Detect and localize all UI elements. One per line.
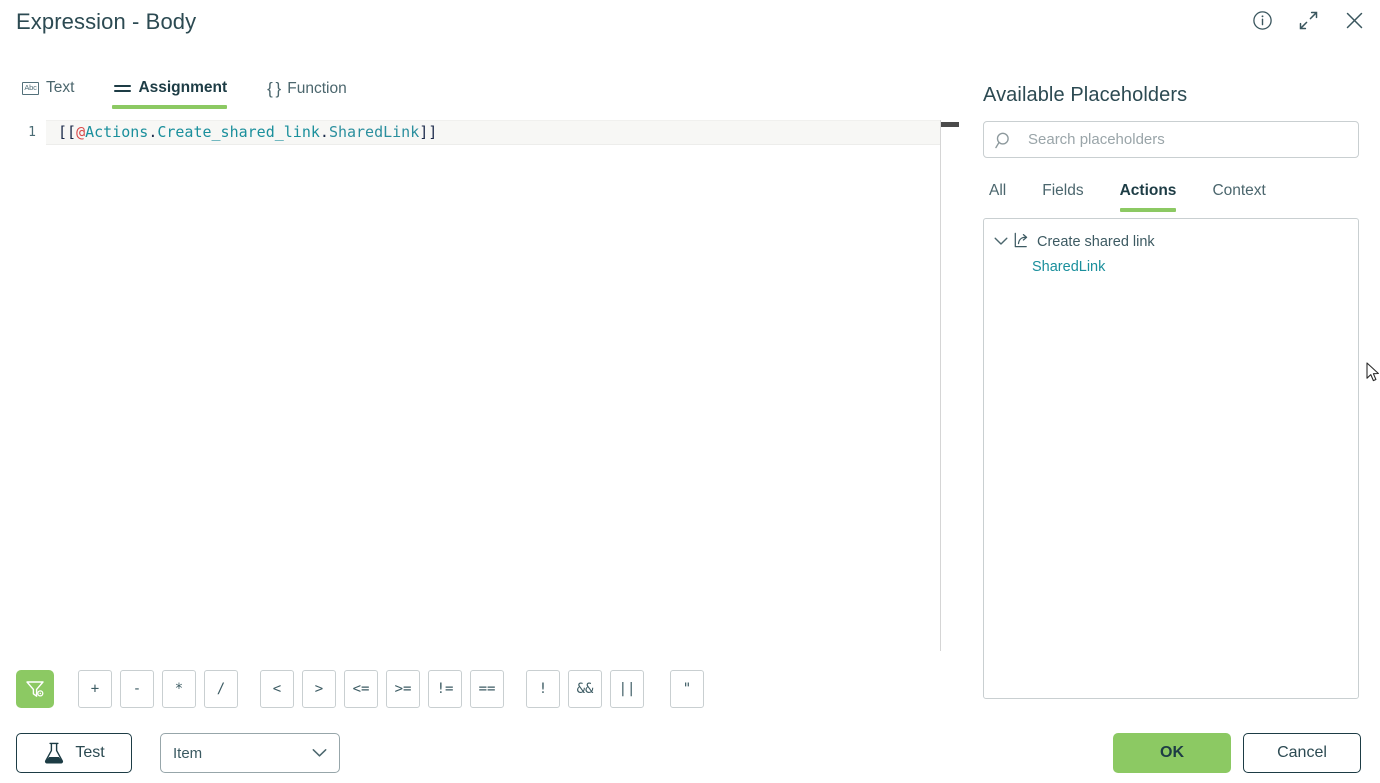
op-minus[interactable]: -: [120, 670, 154, 708]
op-quote[interactable]: ": [670, 670, 704, 708]
window-controls: [1246, 4, 1370, 36]
ok-button[interactable]: OK: [1113, 733, 1231, 773]
tree-node-create-shared-link[interactable]: Create shared link: [984, 229, 1358, 255]
mouse-cursor: [1366, 362, 1380, 389]
equals-icon: [114, 84, 132, 92]
flask-icon: [45, 742, 64, 764]
placeholder-category-tabs: All Fields Actions Context: [989, 180, 1359, 212]
tab-all-label: All: [989, 182, 1007, 199]
expand-icon[interactable]: [1292, 4, 1324, 36]
token-bracket-open: [[: [58, 123, 77, 141]
chevron-down-icon[interactable]: [994, 234, 1008, 250]
tab-fields-label: Fields: [1042, 182, 1084, 199]
code-line[interactable]: 1 [[@Actions.Create_shared_link.SharedLi…: [0, 120, 940, 145]
op-greater-equal[interactable]: >=: [386, 670, 420, 708]
available-placeholders-panel: Available Placeholders All Fields Action…: [983, 84, 1359, 699]
expression-editor[interactable]: 1 [[@Actions.Create_shared_link.SharedLi…: [0, 120, 941, 651]
tab-text-label: Text: [46, 79, 75, 96]
op-less-than[interactable]: <: [260, 670, 294, 708]
operator-toolbar: + - * / < > <= >= != == ! && || ": [16, 670, 704, 708]
info-icon[interactable]: [1246, 4, 1278, 36]
op-and[interactable]: &&: [568, 670, 602, 708]
chevron-down-icon: [312, 745, 327, 762]
op-or[interactable]: ||: [610, 670, 644, 708]
token-namespace: Actions: [85, 123, 149, 141]
tab-fields[interactable]: Fields: [1042, 180, 1083, 212]
op-plus[interactable]: +: [78, 670, 112, 708]
item-select-value: Item: [173, 744, 203, 762]
tab-text[interactable]: Abc Text: [20, 76, 88, 109]
token-property: SharedLink: [328, 123, 420, 141]
tab-actions[interactable]: Actions: [1119, 180, 1177, 212]
editor-mode-tabs: Abc Text Assignment { } Function: [20, 76, 361, 111]
op-equal-equal[interactable]: ==: [470, 670, 504, 708]
tab-context-label: Context: [1212, 182, 1266, 199]
search-placeholders-input[interactable]: [1026, 130, 1336, 149]
tab-actions-label: Actions: [1119, 182, 1177, 199]
operator-group-quote: ": [670, 670, 704, 708]
braces-icon: { }: [267, 79, 281, 98]
dialog-title: Expression - Body: [16, 9, 197, 34]
line-number: 1: [0, 120, 46, 145]
editor-scrollbar[interactable]: [941, 122, 959, 127]
test-button-label: Test: [75, 744, 105, 761]
tree-leaf-sharedlink[interactable]: SharedLink: [984, 255, 1358, 279]
dialog-titlebar: Expression - Body: [0, 0, 1380, 52]
tab-function-label: Function: [287, 80, 347, 97]
token-action: Create_shared_link: [157, 123, 320, 141]
operator-group-arithmetic: + - * /: [78, 670, 238, 708]
test-button[interactable]: Test: [16, 733, 132, 773]
op-not-equal[interactable]: !=: [428, 670, 462, 708]
filter-settings-icon[interactable]: [16, 670, 54, 708]
cancel-button[interactable]: Cancel: [1243, 733, 1361, 773]
tab-function[interactable]: { } Function: [265, 76, 361, 111]
token-dot-2: .: [319, 123, 329, 141]
expression-dialog: Expression - Body Abc Text Assignment {…: [0, 0, 1380, 783]
expression-text[interactable]: [[@Actions.Create_shared_link.SharedLink…: [46, 120, 940, 145]
dialog-actions: OK Cancel: [1113, 733, 1361, 773]
abc-icon: Abc: [22, 81, 39, 95]
tab-all[interactable]: All: [989, 180, 1006, 212]
placeholder-tab-active-indicator: [1119, 208, 1177, 212]
token-dot-1: .: [148, 123, 158, 141]
op-not[interactable]: !: [526, 670, 560, 708]
item-select[interactable]: Item: [160, 733, 340, 773]
tab-assignment[interactable]: Assignment: [112, 76, 241, 109]
share-link-icon: [1014, 232, 1031, 252]
tab-active-indicator: [112, 105, 228, 109]
panel-title: Available Placeholders: [983, 84, 1188, 106]
search-placeholders-wrapper[interactable]: [983, 121, 1359, 158]
token-bracket-close: ]]: [419, 123, 438, 141]
tree-node-label: Create shared link: [1037, 234, 1155, 250]
op-multiply[interactable]: *: [162, 670, 196, 708]
token-at: @: [76, 123, 86, 141]
close-icon[interactable]: [1338, 4, 1370, 36]
search-icon: [995, 132, 1009, 149]
op-divide[interactable]: /: [204, 670, 238, 708]
operator-group-logical: ! && ||: [526, 670, 644, 708]
op-greater-than[interactable]: >: [302, 670, 336, 708]
tab-context[interactable]: Context: [1212, 180, 1265, 212]
tab-assignment-label: Assignment: [138, 79, 228, 96]
placeholder-tree: Create shared link SharedLink: [983, 218, 1359, 699]
bottom-left-actions: Test Item: [16, 733, 340, 773]
op-less-equal[interactable]: <=: [344, 670, 378, 708]
operator-group-comparison: < > <= >= != ==: [260, 670, 504, 708]
